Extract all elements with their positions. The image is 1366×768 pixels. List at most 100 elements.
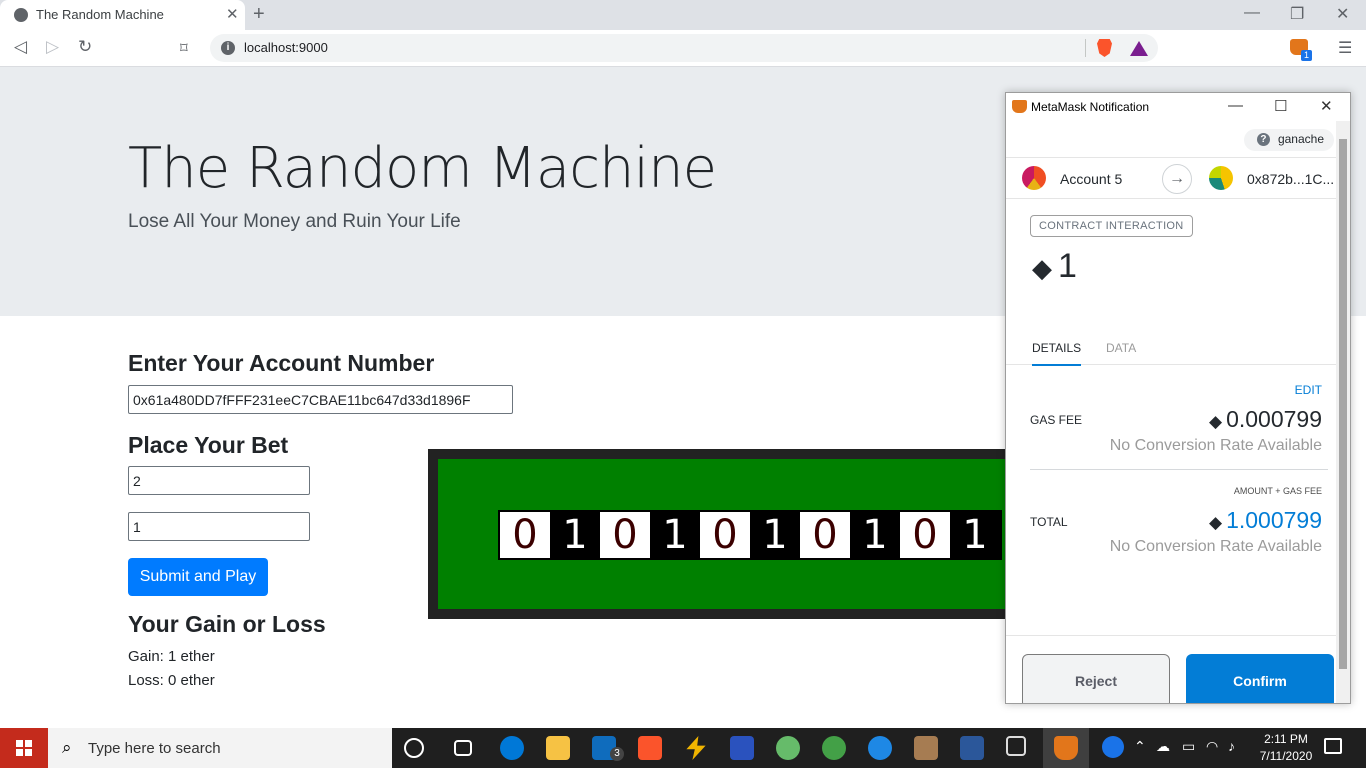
browser-menu-icon[interactable]: ☰ [1338, 38, 1352, 58]
metamask-window-title: MetaMask Notification [1031, 100, 1150, 114]
close-icon[interactable]: ✕ [1320, 97, 1333, 115]
transaction-amount: ◆ 1 [1032, 247, 1077, 286]
task-view-icon[interactable] [454, 740, 472, 756]
windows-taskbar: ⌕ Type here to search 3 ⌃ ☁ ▭ ◠ ♪ 2:11 P… [0, 728, 1366, 768]
from-account[interactable]: Account 5 [1060, 171, 1122, 187]
digit-cell: 1 [750, 512, 800, 558]
metamask-titlebar: MetaMask Notification — ☐ ✕ [1006, 93, 1350, 121]
confirm-button[interactable]: Confirm [1186, 654, 1334, 703]
arrow-right-icon: → [1162, 164, 1192, 194]
restore-icon[interactable]: ❐ [1290, 4, 1304, 24]
account-avatar [1022, 166, 1046, 190]
omnibox-divider [1085, 39, 1086, 57]
help-icon: ? [1256, 133, 1270, 146]
close-window-icon[interactable]: ✕ [1336, 4, 1349, 24]
box-icon[interactable] [914, 736, 938, 760]
taskbar-search[interactable]: ⌕ Type here to search [48, 728, 392, 768]
battery-icon[interactable]: ▭ [1182, 738, 1195, 755]
network-name: ganache [1277, 132, 1324, 146]
powershell-icon[interactable] [960, 736, 984, 760]
mail-badge: 3 [610, 747, 624, 761]
file-explorer-icon[interactable] [546, 736, 570, 760]
malwarebytes-icon[interactable] [730, 736, 754, 760]
browser-toolbar: ◁ ▷ ↻ ⌑ i localhost:9000 [0, 30, 1366, 67]
maximize-icon[interactable]: ☐ [1274, 97, 1287, 115]
gas-fee-label: GAS FEE [1030, 413, 1083, 427]
search-placeholder: Type here to search [88, 740, 221, 757]
total-value: ◆ 1.000799 [1209, 507, 1322, 534]
new-tab-button[interactable]: + [253, 3, 265, 26]
edit-gas-link[interactable]: EDIT [1295, 383, 1322, 397]
ethereum-icon: ◆ [1208, 513, 1223, 532]
search-icon: ⌕ [62, 738, 72, 757]
notification-icon[interactable] [1324, 738, 1342, 754]
gas-no-conversion: No Conversion Rate Available [1109, 437, 1322, 454]
gas-fee-amount: 0.000799 [1226, 406, 1322, 432]
edge-icon[interactable] [500, 736, 524, 760]
lightning-icon[interactable] [686, 736, 706, 760]
machine-panel: 0 1 0 1 0 1 0 1 0 1 [438, 459, 1018, 609]
bet-input-1[interactable] [128, 466, 310, 495]
scrollbar[interactable] [1336, 121, 1350, 703]
digit-cell: 0 [800, 512, 850, 558]
reject-button[interactable]: Reject [1022, 654, 1170, 703]
digit-cell: 0 [900, 512, 950, 558]
digit-reel: 0 1 0 1 0 1 0 1 0 1 [498, 510, 1002, 560]
address-bar[interactable]: i localhost:9000 [210, 34, 1158, 62]
tab-close-icon[interactable]: ✕ [226, 5, 239, 23]
clock-time[interactable]: 2:11 PM [1251, 732, 1321, 746]
metamask-icon[interactable] [1054, 736, 1078, 760]
terminal-icon[interactable] [1006, 736, 1026, 756]
start-button[interactable] [0, 728, 48, 768]
chevron-up-icon[interactable]: ⌃ [1134, 738, 1146, 755]
bet-input-2[interactable] [128, 512, 310, 541]
digit-cell: 0 [600, 512, 650, 558]
brave-rewards-icon[interactable] [1130, 41, 1148, 56]
sender-recipient-row: Account 5 → 0x872b...1C... [1006, 157, 1336, 199]
browser-tab[interactable]: The Random Machine ✕ [0, 0, 245, 30]
wifi-icon[interactable]: ◠ [1206, 738, 1218, 755]
digit-cell: 1 [550, 512, 600, 558]
windows-logo-icon [16, 740, 32, 756]
minimize-icon[interactable]: — [1228, 97, 1243, 114]
gain-loss-heading: Your Gain or Loss [128, 611, 326, 637]
to-address[interactable]: 0x872b...1C... [1247, 171, 1334, 187]
sync-icon[interactable] [868, 736, 892, 760]
url-text[interactable]: localhost:9000 [244, 40, 328, 55]
account-heading: Enter Your Account Number [128, 350, 435, 376]
atom-icon[interactable] [822, 736, 846, 760]
account-number-input[interactable] [128, 385, 513, 414]
digit-cell: 1 [950, 512, 1000, 558]
tab-details[interactable]: DETAILS [1032, 341, 1082, 366]
reload-icon[interactable]: ↻ [78, 37, 92, 57]
divider [1030, 469, 1328, 470]
atom-icon[interactable] [776, 736, 800, 760]
tab-data[interactable]: DATA [1106, 341, 1136, 355]
digit-cell: 1 [650, 512, 700, 558]
network-indicator[interactable]: ? ganache [1243, 129, 1334, 151]
minimize-icon[interactable]: — [1244, 4, 1260, 22]
back-icon[interactable]: ◁ [14, 37, 27, 57]
total-label: TOTAL [1030, 515, 1068, 529]
forward-icon[interactable]: ▷ [46, 37, 59, 57]
recipient-avatar [1209, 166, 1233, 190]
brave-icon[interactable] [638, 736, 662, 760]
cloud-icon[interactable]: ☁ [1156, 738, 1170, 755]
scrollbar-thumb[interactable] [1339, 139, 1347, 669]
clock-date[interactable]: 7/11/2020 [1251, 749, 1321, 763]
digit-cell: 0 [700, 512, 750, 558]
bookmark-icon[interactable]: ⌑ [180, 39, 188, 57]
transaction-type-badge: CONTRACT INTERACTION [1030, 215, 1193, 237]
cortana-icon[interactable] [404, 738, 424, 758]
site-info-icon[interactable]: i [221, 41, 235, 55]
submit-and-play-button[interactable]: Submit and Play [128, 558, 268, 596]
page-title: The Random Machine [128, 136, 717, 201]
help-tray-icon[interactable] [1102, 736, 1124, 758]
gas-fee-value: ◆ 0.000799 [1209, 406, 1322, 433]
ethereum-icon: ◆ [1032, 253, 1052, 283]
bet-heading: Place Your Bet [128, 432, 289, 458]
amount-value: 1 [1058, 247, 1077, 285]
volume-icon[interactable]: ♪ [1228, 738, 1235, 754]
metamask-tabs: DETAILS DATA [1006, 333, 1336, 366]
brave-shields-icon[interactable] [1097, 39, 1112, 57]
